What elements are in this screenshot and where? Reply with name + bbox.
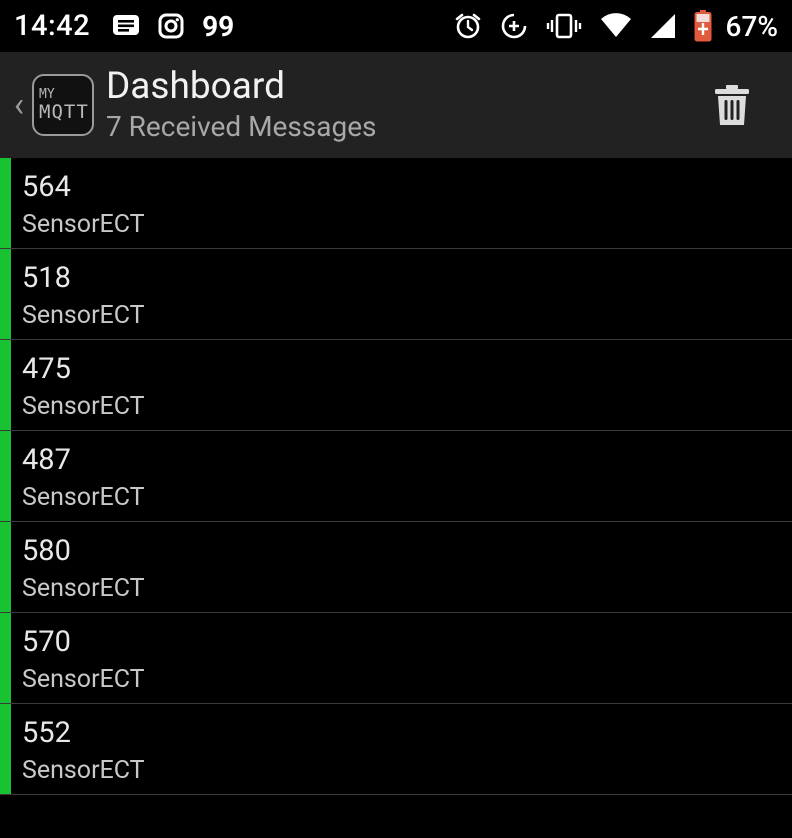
vibrate-icon <box>546 12 582 40</box>
list-item[interactable]: 552 SensorECT <box>0 704 792 795</box>
accent-bar <box>0 340 11 430</box>
message-topic: SensorECT <box>22 756 145 785</box>
accent-bar <box>0 522 11 612</box>
signal-icon <box>650 13 676 39</box>
status-bar: 14:42 99 67% <box>0 0 792 52</box>
message-value: 487 <box>22 443 71 477</box>
list-item[interactable]: 518 SensorECT <box>0 249 792 340</box>
wifi-icon <box>600 13 632 39</box>
message-value: 570 <box>22 625 71 659</box>
message-topic: SensorECT <box>22 301 145 330</box>
battery-charging-icon <box>694 10 712 42</box>
notification-badge-99: 99 <box>202 9 235 43</box>
battery-percent: 67% <box>725 9 778 43</box>
message-value: 564 <box>22 170 71 204</box>
accent-bar <box>0 613 11 703</box>
delete-messages-button[interactable] <box>710 82 754 128</box>
message-list: 564 SensorECT 518 SensorECT 475 SensorEC… <box>0 158 792 795</box>
message-value: 552 <box>22 716 71 750</box>
alarm-icon <box>454 12 482 40</box>
accent-bar <box>0 249 11 339</box>
message-topic: SensorECT <box>22 210 145 239</box>
app-logo[interactable]: MY MQTT <box>32 74 94 136</box>
app-bar: ‹ MY MQTT Dashboard 7 Received Messages <box>0 52 792 158</box>
message-value: 580 <box>22 534 71 568</box>
list-item[interactable]: 570 SensorECT <box>0 613 792 704</box>
instagram-icon <box>158 13 184 39</box>
message-topic: SensorECT <box>22 574 145 603</box>
status-time: 14:42 <box>14 9 91 43</box>
message-topic: SensorECT <box>22 483 145 512</box>
message-value: 475 <box>22 352 71 386</box>
list-item[interactable]: 475 SensorECT <box>0 340 792 431</box>
list-item[interactable]: 564 SensorECT <box>0 158 792 249</box>
app-logo-line2: MQTT <box>39 101 89 123</box>
accent-bar <box>0 158 11 248</box>
list-item[interactable]: 580 SensorECT <box>0 522 792 613</box>
data-saver-icon <box>500 12 528 40</box>
accent-bar <box>0 704 11 794</box>
back-chevron-icon[interactable]: ‹ <box>8 88 30 122</box>
accent-bar <box>0 431 11 521</box>
message-topic: SensorECT <box>22 665 145 694</box>
page-subtitle: 7 Received Messages <box>106 110 377 143</box>
status-bar-left: 14:42 99 <box>14 9 234 43</box>
app-logo-line1: MY <box>39 87 55 102</box>
page-title: Dashboard <box>106 65 285 108</box>
status-bar-right: 67% <box>454 10 778 43</box>
list-item[interactable]: 487 SensorECT <box>0 431 792 522</box>
trash-icon <box>715 85 749 125</box>
message-value: 518 <box>22 261 71 295</box>
title-block: Dashboard 7 Received Messages <box>106 66 377 144</box>
message-icon <box>112 14 140 38</box>
message-topic: SensorECT <box>22 392 145 421</box>
